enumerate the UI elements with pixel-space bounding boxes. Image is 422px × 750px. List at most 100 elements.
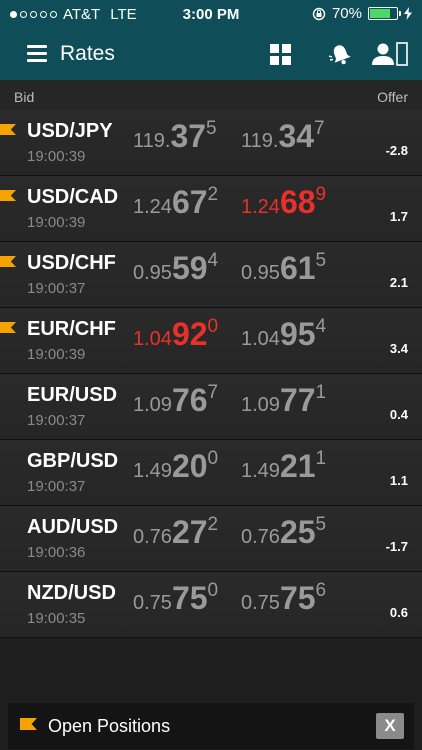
orientation-lock-icon — [312, 7, 326, 20]
price-big-figure: 67 — [171, 184, 208, 220]
price-big-figure: 95 — [279, 316, 316, 352]
price-big-figure: 25 — [279, 514, 316, 550]
price-pip: 7 — [314, 118, 325, 139]
bid-price[interactable]: 1.24672 — [133, 184, 218, 221]
currency-pair: USD/CAD — [27, 186, 119, 208]
nav-bar: Rates — [0, 30, 422, 80]
price-prefix: 1.04 — [133, 328, 172, 350]
spread-change: 0.4 — [389, 407, 408, 422]
price-pip: 1 — [315, 448, 327, 469]
price-big-figure: 21 — [279, 448, 316, 484]
status-right: 70% — [312, 5, 412, 22]
price-prefix: 1.24 — [241, 196, 280, 218]
status-bar: AT&T LTE 3:00 PM 70% — [0, 0, 422, 30]
currency-pair: EUR/USD — [27, 384, 118, 406]
price-pip: 5 — [315, 514, 327, 535]
flag-icon — [0, 124, 16, 135]
account-icon[interactable] — [370, 40, 410, 68]
price-pip: 0 — [207, 316, 219, 337]
currency-pair: USD/JPY — [27, 120, 113, 142]
bid-price[interactable]: 0.75750 — [133, 580, 218, 617]
offer-price[interactable]: 1.09771 — [241, 382, 326, 419]
quote-time: 19:00:35 — [27, 610, 86, 627]
price-pip: 0 — [207, 448, 219, 469]
price-big-figure: 75 — [171, 580, 208, 616]
price-prefix: 1.09 — [241, 394, 280, 416]
quote-time: 19:00:39 — [27, 148, 86, 165]
price-pip: 9 — [315, 184, 327, 205]
price-prefix: 0.95 — [133, 262, 172, 284]
offer-price[interactable]: 1.04954 — [241, 316, 326, 353]
spread-change: 0.6 — [389, 605, 408, 620]
offer-price[interactable]: 0.95615 — [241, 250, 326, 287]
rate-row[interactable]: NZD/USD 19:00:35 0.75750 0.75756 0.6 — [0, 572, 422, 638]
currency-pair: AUD/USD — [27, 516, 119, 538]
grid-view-icon[interactable] — [270, 44, 291, 65]
price-big-figure: 75 — [279, 580, 316, 616]
price-prefix: 1.24 — [133, 196, 172, 218]
price-pip: 5 — [206, 118, 217, 139]
rate-row[interactable]: GBP/USD 19:00:37 1.49200 1.49211 1.1 — [0, 440, 422, 506]
rate-row[interactable]: USD/CHF 19:00:37 0.95594 0.95615 2.1 — [0, 242, 422, 308]
price-big-figure: 61 — [279, 250, 316, 286]
flag-icon — [0, 190, 16, 201]
price-big-figure: 59 — [171, 250, 208, 286]
bid-price[interactable]: 1.04920 — [133, 316, 218, 353]
price-prefix: 0.75 — [241, 592, 280, 614]
bid-price[interactable]: 1.49200 — [133, 448, 218, 485]
currency-pair: NZD/USD — [27, 582, 116, 604]
bid-price[interactable]: 0.95594 — [133, 250, 218, 287]
price-prefix: 0.76 — [241, 526, 280, 548]
price-prefix: 0.95 — [241, 262, 280, 284]
open-positions-label: Open Positions — [48, 716, 171, 736]
price-big-figure: 20 — [171, 448, 208, 484]
offer-price[interactable]: 0.75756 — [241, 580, 326, 617]
bid-price[interactable]: 119.375 — [133, 118, 217, 155]
price-prefix: 119. — [133, 130, 171, 152]
price-pip: 1 — [315, 382, 327, 403]
close-button[interactable]: X — [376, 713, 404, 739]
rate-row[interactable]: AUD/USD 19:00:36 0.76272 0.76255 -1.7 — [0, 506, 422, 572]
bid-price[interactable]: 0.76272 — [133, 514, 218, 551]
offer-price[interactable]: 119.347 — [241, 118, 325, 155]
price-big-figure: 68 — [279, 184, 316, 220]
battery-icon — [368, 7, 401, 20]
price-big-figure: 27 — [171, 514, 208, 550]
price-big-figure: 92 — [171, 316, 208, 352]
price-pip: 6 — [315, 580, 327, 601]
spread-change: 3.4 — [389, 341, 408, 356]
alert-bell-icon[interactable] — [328, 42, 354, 68]
rate-row[interactable]: USD/JPY 19:00:39 119.375 119.347 -2.8 — [0, 110, 422, 176]
column-header: Bid Offer — [0, 80, 422, 110]
quote-time: 19:00:39 — [27, 214, 86, 231]
quote-time: 19:00:37 — [27, 412, 86, 429]
page-title: Rates — [60, 42, 115, 65]
offer-price[interactable]: 0.76255 — [241, 514, 326, 551]
offer-price[interactable]: 1.24689 — [241, 184, 326, 221]
price-pip: 5 — [315, 250, 327, 271]
charging-bolt-icon — [404, 7, 412, 20]
price-pip: 4 — [315, 316, 327, 337]
rate-row[interactable]: USD/CAD 19:00:39 1.24672 1.24689 1.7 — [0, 176, 422, 242]
quote-time: 19:00:37 — [27, 280, 86, 297]
price-big-figure: 76 — [171, 382, 208, 418]
price-prefix: 0.76 — [133, 526, 172, 548]
price-prefix: 1.49 — [241, 460, 280, 482]
menu-icon[interactable] — [27, 45, 47, 63]
rate-row[interactable]: EUR/CHF 19:00:39 1.04920 1.04954 3.4 — [0, 308, 422, 374]
flag-icon — [20, 718, 37, 730]
price-prefix: 1.49 — [133, 460, 172, 482]
bid-column-label: Bid — [14, 89, 35, 105]
bid-price[interactable]: 1.09767 — [133, 382, 218, 419]
price-prefix: 1.04 — [241, 328, 280, 350]
flag-icon — [0, 256, 16, 267]
rate-row[interactable]: EUR/USD 19:00:37 1.09767 1.09771 0.4 — [0, 374, 422, 440]
offer-price[interactable]: 1.49211 — [241, 448, 326, 485]
price-big-figure: 77 — [279, 382, 316, 418]
price-pip: 2 — [207, 514, 219, 535]
spread-change: -1.7 — [385, 539, 408, 554]
price-pip: 7 — [207, 382, 219, 403]
price-prefix: 119. — [241, 130, 279, 152]
open-positions-bar[interactable]: Open Positions X — [8, 703, 414, 749]
price-pip: 0 — [207, 580, 219, 601]
